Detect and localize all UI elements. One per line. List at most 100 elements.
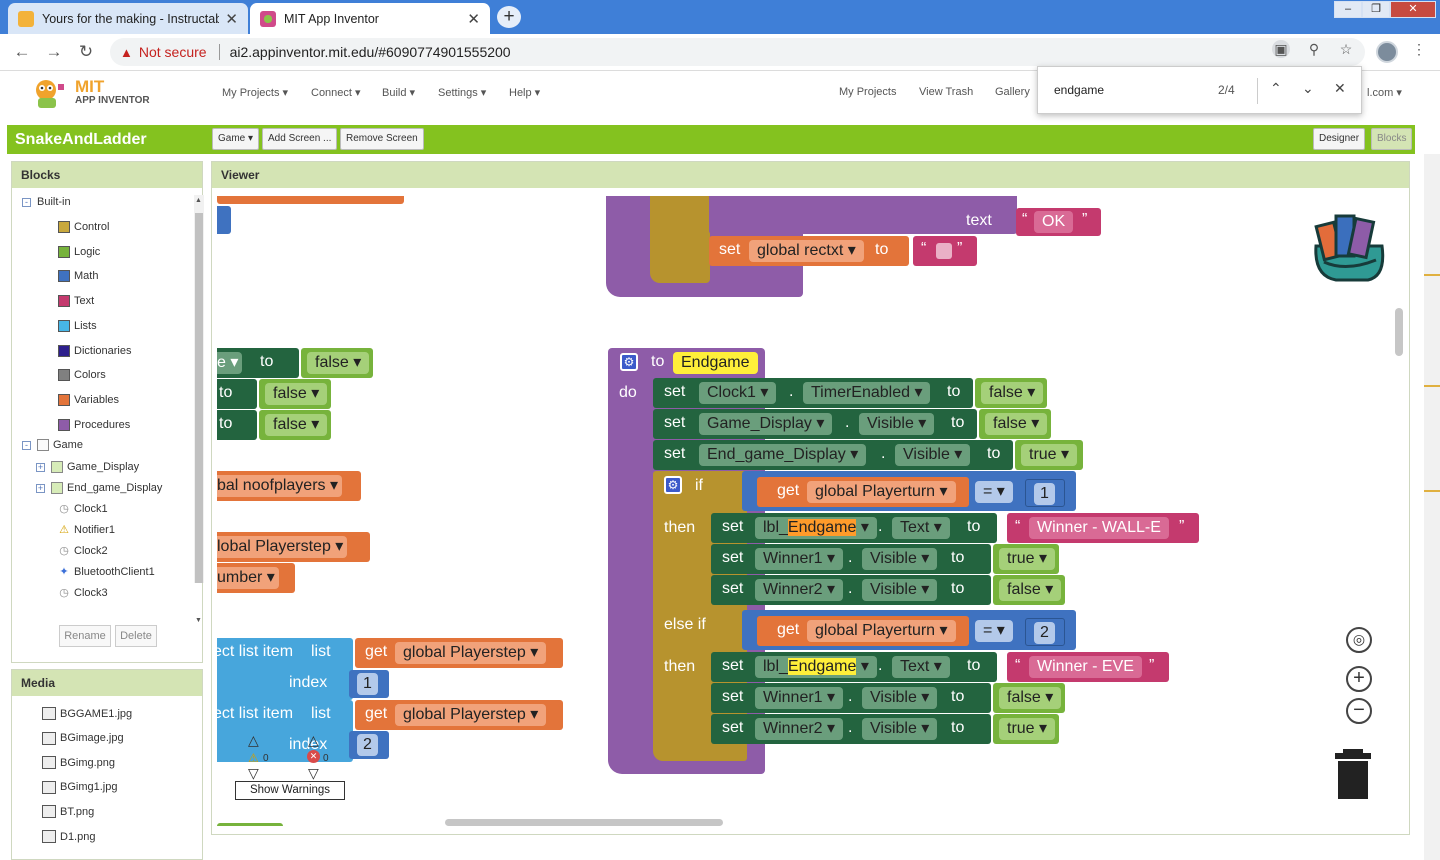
warning-nav-down-icon[interactable]: ▽ <box>248 766 259 780</box>
true-dropdown[interactable]: true ▾ <box>999 548 1056 570</box>
logic-true-block[interactable]: true ▾ <box>993 714 1059 744</box>
lbl-endgame-dropdown[interactable]: lbl_Endgame ▾ <box>755 656 877 678</box>
workspace-vertical-scrollbar[interactable] <box>1395 308 1403 356</box>
get-playerstep-block[interactable]: lobal Playerstep ▾ <box>217 532 370 562</box>
tab-app-inventor[interactable]: MIT App Inventor ✕ <box>250 3 490 34</box>
procedure-name-field[interactable]: Endgame <box>673 352 758 374</box>
zoom-in-icon[interactable]: + <box>1346 666 1372 692</box>
trash-icon[interactable] <box>1335 749 1371 799</box>
window-close-button[interactable]: ✕ <box>1390 1 1436 18</box>
component-clock2[interactable]: ◷ Clock2 <box>58 545 107 557</box>
set-block-fragment[interactable]: to <box>217 379 257 409</box>
collapse-icon[interactable]: - <box>22 197 31 207</box>
equals-dropdown[interactable]: = ▾ <box>975 620 1013 642</box>
address-bar[interactable]: ▲ Not secure ai2.appinventor.mit.edu/#60… <box>110 38 1365 66</box>
component-dropdown[interactable]: Winner2 ▾ <box>755 579 844 601</box>
component-game-display[interactable]: + Game_Display <box>36 461 139 473</box>
empty-text-block[interactable]: “ ” <box>913 236 977 266</box>
component-dropdown[interactable]: Clock1 ▾ <box>699 382 777 404</box>
gear-icon[interactable]: ⚙ <box>620 353 638 371</box>
gear-icon[interactable]: ⚙ <box>664 476 682 494</box>
kebab-menu-icon[interactable]: ⋮ <box>1410 40 1428 58</box>
number-dropdown[interactable]: umber ▾ <box>217 567 279 589</box>
logic-false-block[interactable]: false ▾ <box>993 575 1065 605</box>
add-screen-button[interactable]: Add Screen ... <box>262 128 338 150</box>
rename-button[interactable]: Rename <box>59 625 111 647</box>
close-icon[interactable]: ✕ <box>467 10 480 28</box>
logic-false-block[interactable]: false ▾ <box>259 379 331 409</box>
find-close-icon[interactable]: ✕ <box>1334 80 1346 97</box>
set-winner2-visible-block[interactable]: set Winner2 ▾ . Visible ▾ to <box>711 575 991 605</box>
builtin-category-colors[interactable]: Colors <box>58 369 106 382</box>
expand-icon[interactable]: + <box>36 462 45 472</box>
text-literal[interactable]: Winner - EVE <box>1029 656 1142 678</box>
lbl-endgame-dropdown[interactable]: lbl_Endgame ▾ <box>755 517 877 539</box>
find-query-input[interactable]: endgame <box>1054 83 1104 97</box>
warning-nav-up-icon[interactable]: △ <box>248 733 259 747</box>
set-clock1-timerenabled-block[interactable]: set Clock1 ▾ . TimerEnabled ▾ to <box>653 378 973 408</box>
error-nav-up-icon[interactable]: △ <box>308 733 319 747</box>
component-clock3[interactable]: ◷ Clock3 <box>58 587 107 599</box>
set-end-game-display-visible-block[interactable]: set End_game_Display ▾ . Visible ▾ to <box>653 440 1013 470</box>
variable-block-fragment[interactable] <box>217 196 404 204</box>
back-arrow-icon[interactable]: ← <box>12 42 32 62</box>
media-file-item[interactable]: BGimg.png <box>42 756 115 770</box>
select-list-item-block[interactable]: ect list item list index <box>217 638 353 700</box>
set-block-fragment[interactable]: to <box>217 410 257 440</box>
link-view-trash[interactable]: View Trash <box>919 86 973 98</box>
scroll-down-icon[interactable]: ▼ <box>195 617 202 624</box>
tree-node-game[interactable]: - Game <box>22 439 83 451</box>
block-fragment-bottom[interactable] <box>217 823 283 826</box>
component-bluetoothclient1[interactable]: ✦ BluetoothClient1 <box>58 566 154 578</box>
playerstep-dropdown[interactable]: lobal Playerstep ▾ <box>217 536 348 558</box>
text-block-winner-wall-e[interactable]: “ Winner - WALL-E ” <box>1007 513 1199 543</box>
set-lbl-endgame-text-block[interactable]: set lbl_Endgame ▾ . Text ▾ to <box>711 513 997 543</box>
logic-true-block[interactable]: true ▾ <box>993 544 1059 574</box>
bookmark-star-icon[interactable]: ☆ <box>1337 40 1355 58</box>
builtin-category-text[interactable]: Text <box>58 295 94 308</box>
false-dropdown[interactable]: false ▾ <box>265 414 328 436</box>
text-literal[interactable]: Winner - WALL-E <box>1029 517 1169 539</box>
builtin-category-procedures[interactable]: Procedures <box>58 418 130 431</box>
playerturn-dropdown[interactable]: global Playerturn ▾ <box>807 481 956 503</box>
text-block-ok[interactable]: “ OK ” <box>1016 208 1101 236</box>
set-lbl-endgame-text-block[interactable]: set lbl_Endgame ▾ . Text ▾ to <box>711 652 997 682</box>
scrollbar-thumb[interactable] <box>195 213 203 583</box>
builtin-category-control[interactable]: Control <box>58 221 109 233</box>
number-field[interactable]: 1 <box>357 673 378 695</box>
set-global-rectxt-block[interactable]: set global rectxt ▾ to <box>709 236 909 266</box>
menu-build[interactable]: Build ▾ <box>382 86 415 99</box>
show-warnings-button[interactable]: Show Warnings <box>235 781 345 800</box>
reload-icon[interactable]: ↻ <box>76 42 96 62</box>
playerturn-dropdown[interactable]: global Playerturn ▾ <box>807 620 956 642</box>
builtin-category-lists[interactable]: Lists <box>58 319 97 332</box>
property-dropdown[interactable]: Visible ▾ <box>862 687 938 709</box>
property-dropdown[interactable]: TimerEnabled ▾ <box>803 382 931 404</box>
media-file-item[interactable]: D1.png <box>42 830 95 843</box>
maximize-button[interactable]: ❐ <box>1362 1 1390 18</box>
property-dropdown[interactable]: Visible ▾ <box>862 579 938 601</box>
logic-false-block[interactable]: false ▾ <box>993 683 1065 713</box>
menu-help[interactable]: Help ▾ <box>509 86 540 99</box>
find-in-page-icon[interactable]: ▣ <box>1272 40 1290 58</box>
link-my-projects[interactable]: My Projects <box>839 86 896 98</box>
zoom-icon[interactable]: ⚲ <box>1305 40 1323 58</box>
find-previous-icon[interactable]: ⌃ <box>1270 80 1282 97</box>
number-field[interactable]: 1 <box>1034 483 1055 505</box>
component-dropdown[interactable]: Winner2 ▾ <box>755 718 844 740</box>
math-number-block[interactable]: 1 <box>1025 479 1065 507</box>
get-global-playerstep-block[interactable]: get global Playerstep ▾ <box>355 700 563 730</box>
component-end-game-display[interactable]: + End_game_Display <box>36 482 162 494</box>
builtin-category-variables[interactable]: Variables <box>58 393 119 406</box>
security-status[interactable]: Not secure <box>139 44 207 60</box>
logic-false-block[interactable]: false ▾ <box>259 410 331 440</box>
text-literal-ok[interactable]: OK <box>1034 211 1074 233</box>
zoom-out-icon[interactable]: − <box>1346 698 1372 724</box>
logic-false-block[interactable]: false ▾ <box>979 409 1051 439</box>
get-global-playerturn-block[interactable]: get global Playerturn ▾ <box>757 616 969 646</box>
set-block-fragment[interactable]: e ▾ to <box>217 348 299 378</box>
link-gallery[interactable]: Gallery <box>995 86 1030 98</box>
delete-button[interactable]: Delete <box>115 625 157 647</box>
set-game-display-visible-block[interactable]: set Game_Display ▾ . Visible ▾ to <box>653 409 977 439</box>
set-winner1-visible-block[interactable]: set Winner1 ▾ . Visible ▾ to <box>711 683 991 713</box>
